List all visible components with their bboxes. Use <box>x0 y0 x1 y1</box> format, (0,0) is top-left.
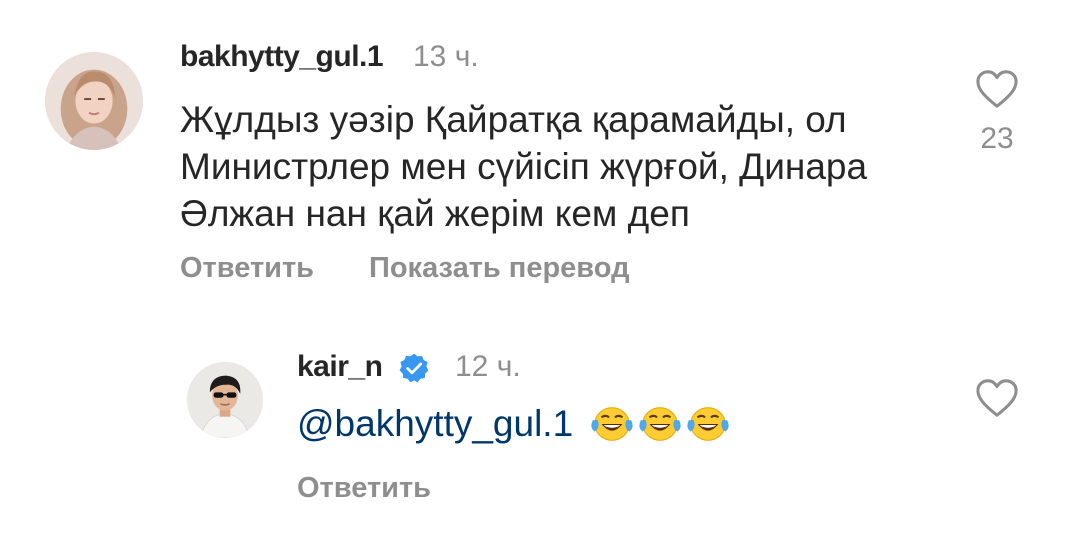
comment-username[interactable]: bakhytty_gul.1 <box>180 40 384 74</box>
comment-text-line: Министрлер мен сүйісіп жүрғой, Динара <box>180 146 868 187</box>
comment-text-line: Жұлдыз уәзір Қайратқа қарамайды, ол <box>180 99 847 140</box>
comment-timestamp: 12 ч. <box>455 350 521 383</box>
comment-text-line: Әлжан нан қай жерім кем деп <box>180 193 690 234</box>
user-avatar[interactable] <box>187 362 263 438</box>
woman-avatar-icon <box>45 52 143 150</box>
comments-screen: bakhytty_gul.1 13 ч. Жұлдыз уәзір Қайрат… <box>0 0 1080 534</box>
face-with-tears-of-joy-icon <box>685 403 731 445</box>
emoji-group <box>589 403 731 445</box>
face-with-tears-of-joy-icon <box>637 403 683 445</box>
heart-outline-icon[interactable] <box>974 377 1020 419</box>
reply-button[interactable]: Ответить <box>180 252 314 285</box>
comment-item: bakhytty_gul.1 13 ч. Жұлдыз уәзір Қайрат… <box>0 0 1080 300</box>
user-mention-link[interactable]: @bakhytty_gul.1 <box>297 403 573 445</box>
reply-button[interactable]: Ответить <box>297 472 431 505</box>
reply-comment-item: kair_n 12 ч. @bakhytty_gul.1 Ответить <box>0 300 1080 534</box>
man-sunglasses-avatar-icon <box>187 362 263 438</box>
show-translation-button[interactable]: Показать перевод <box>369 252 629 285</box>
like-count: 23 <box>980 122 1014 155</box>
heart-outline-icon[interactable] <box>974 68 1020 110</box>
user-avatar[interactable] <box>45 52 143 150</box>
comment-text: @bakhytty_gul.1 <box>297 403 731 445</box>
verified-badge-icon <box>398 352 430 384</box>
comment-timestamp: 13 ч. <box>413 40 479 73</box>
comment-username[interactable]: kair_n <box>297 350 383 384</box>
face-with-tears-of-joy-icon <box>589 403 635 445</box>
